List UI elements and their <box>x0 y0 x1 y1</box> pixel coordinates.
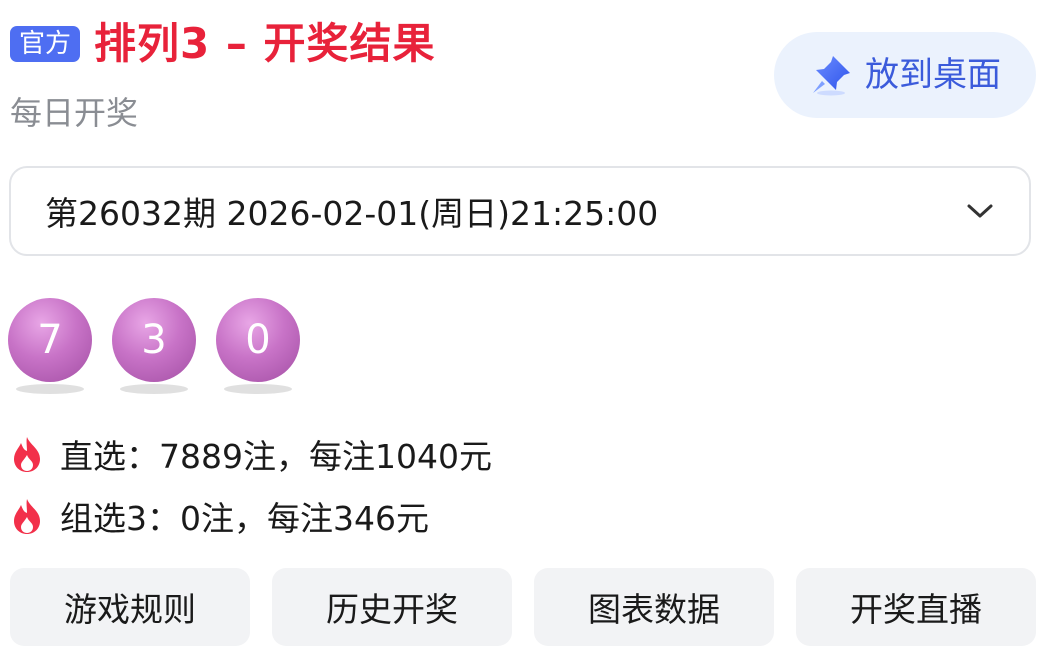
ball-item: 3 <box>112 298 196 394</box>
official-badge: 官方 <box>10 26 81 62</box>
winning-numbers: 7 3 0 <box>8 298 320 394</box>
ball-shadow <box>16 384 84 394</box>
add-to-desktop-button[interactable]: 放到桌面 <box>774 32 1036 118</box>
prize-row-direct: 直选：7889注，每注1040元 <box>10 430 492 478</box>
chart-data-button[interactable]: 图表数据 <box>534 568 774 646</box>
number-ball: 0 <box>216 298 300 382</box>
prize-direct-text: 直选：7889注，每注1040元 <box>60 437 492 476</box>
number-ball: 7 <box>8 298 92 382</box>
fire-icon <box>14 499 40 534</box>
ball-item: 0 <box>216 298 300 394</box>
pushpin-icon <box>813 56 850 96</box>
chevron-down-icon <box>967 204 993 218</box>
lottery-header: 官方 排列3 – 开奖结果 <box>10 14 435 74</box>
live-draw-button[interactable]: 开奖直播 <box>796 568 1036 646</box>
draw-issue-value: 第26032期 2026-02-01(周日)21:25:00 <box>45 194 659 233</box>
history-draws-button[interactable]: 历史开奖 <box>272 568 512 646</box>
draw-issue-select[interactable]: 第26032期 2026-02-01(周日)21:25:00 <box>9 166 1031 256</box>
page-title: 排列3 – 开奖结果 <box>94 19 436 68</box>
fire-icon <box>14 437 40 472</box>
ball-shadow <box>224 384 292 394</box>
action-bar: 游戏规则 历史开奖 图表数据 开奖直播 <box>10 568 1036 646</box>
ball-shadow <box>120 384 188 394</box>
draw-frequency-subtitle: 每日开奖 <box>10 94 139 132</box>
ball-item: 7 <box>8 298 92 394</box>
prize-group3-text: 组选3：0注，每注346元 <box>60 499 429 538</box>
game-rules-button[interactable]: 游戏规则 <box>10 568 250 646</box>
add-to-desktop-label: 放到桌面 <box>865 55 1001 95</box>
number-ball: 3 <box>112 298 196 382</box>
prize-row-group3: 组选3：0注，每注346元 <box>10 492 429 540</box>
